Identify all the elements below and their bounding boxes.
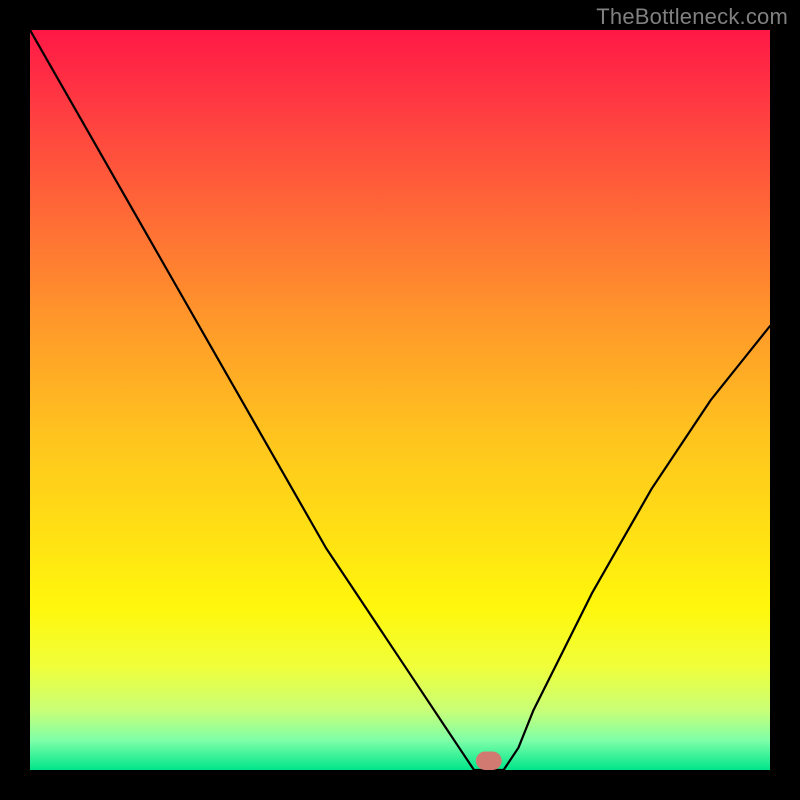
plot-svg bbox=[30, 30, 770, 770]
target-marker bbox=[476, 752, 502, 771]
chart-frame: TheBottleneck.com bbox=[0, 0, 800, 800]
plot-area bbox=[30, 30, 770, 770]
watermark-text: TheBottleneck.com bbox=[596, 4, 788, 30]
